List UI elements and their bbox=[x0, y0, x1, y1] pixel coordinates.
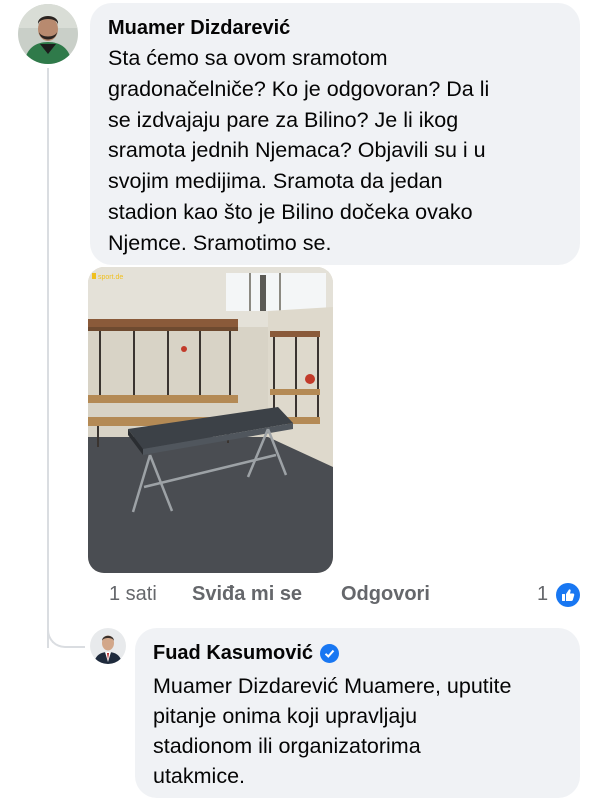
comment-timestamp[interactable]: 1 sati bbox=[109, 583, 157, 606]
like-button[interactable]: Sviđa mi se bbox=[192, 583, 302, 606]
comment-author-name[interactable]: Muamer Dizdarević bbox=[108, 15, 290, 41]
comment-line: Sta ćemo sa ovom sramotom bbox=[108, 46, 388, 70]
comment-actions: 1 sati Sviđa mi se Odgovori 1 bbox=[0, 583, 598, 611]
reply-line: Muamer Dizdarević Muamere, uputite bbox=[153, 674, 512, 698]
reaction-count[interactable]: 1 bbox=[537, 583, 548, 606]
reply-author-name[interactable]: Fuad Kasumović bbox=[153, 640, 313, 666]
comment-text: Sta ćemo sa ovom sramotom gradonačelniče… bbox=[108, 43, 562, 259]
reply-bubble: Fuad Kasumović Muamer Dizdarević Muamere… bbox=[135, 628, 580, 798]
comment-line: svojim medijima. Sramota da jedan bbox=[108, 169, 443, 194]
comment-line: Njemce. Sramotimo se. bbox=[108, 230, 332, 255]
thumbs-up-icon[interactable] bbox=[556, 583, 580, 607]
reply-line: stadionom ili organizatorima bbox=[153, 734, 421, 758]
reply-button[interactable]: Odgovori bbox=[341, 583, 430, 606]
verified-badge-icon bbox=[320, 643, 340, 663]
comment-author[interactable]: Muamer Dizdarević bbox=[108, 15, 562, 41]
reply-author[interactable]: Fuad Kasumović bbox=[153, 640, 562, 666]
avatar-muamer[interactable] bbox=[18, 4, 78, 64]
comment-line: gradonačelniče? Ko je odgovoran? Da li bbox=[108, 76, 490, 101]
comment-line: sramota jednih Njemaca? Objavili su i u bbox=[108, 138, 486, 163]
comment-bubble: Muamer Dizdarević Sta ćemo sa ovom sramo… bbox=[90, 3, 580, 265]
reply-line: pitanje onima koji upravljaju bbox=[153, 704, 418, 728]
reply-line: utakmice. bbox=[153, 764, 246, 788]
reply-text: Muamer Dizdarević Muamere, uputite pitan… bbox=[153, 671, 562, 791]
photo-watermark: sport.de bbox=[98, 274, 123, 281]
thread-connector bbox=[47, 610, 85, 648]
avatar-fuad[interactable] bbox=[90, 628, 126, 664]
comment-photo[interactable]: sport.de bbox=[88, 267, 333, 573]
thread-line bbox=[47, 68, 49, 648]
comment-line: se izdvajaju pare za Bilino? Je li ikog bbox=[108, 107, 459, 132]
comment-line: stadion kao što je Bilino dočeka ovako bbox=[108, 199, 473, 224]
